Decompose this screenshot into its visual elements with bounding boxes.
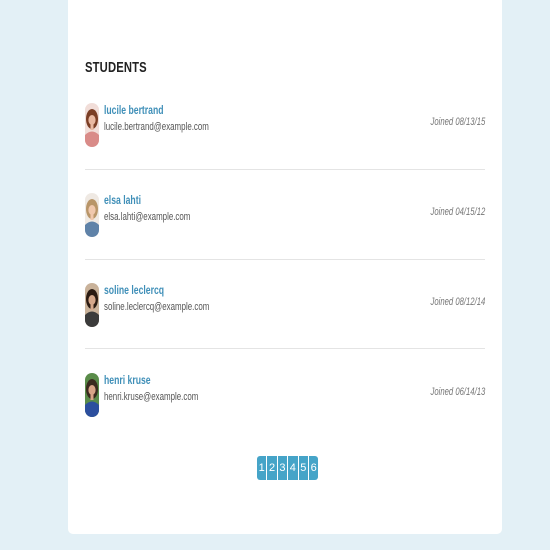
page-button-4[interactable]: 4 [288, 456, 299, 480]
student-joined-date: Joined 06/14/13 [430, 386, 485, 398]
page-title: STUDENTS [85, 59, 147, 76]
student-name-link[interactable]: elsa lahti [104, 193, 141, 207]
student-name-link[interactable]: soline leclercq [104, 283, 164, 297]
avatar[interactable] [85, 283, 99, 327]
student-row[interactable]: henri kruse henri.kruse@example.com Joined… [85, 373, 485, 423]
pagination: 123456 [257, 456, 319, 480]
avatar[interactable] [85, 193, 99, 237]
avatar[interactable] [85, 373, 99, 417]
student-row[interactable]: elsa lahti elsa.lahti@example.com Joined 0… [85, 193, 485, 243]
student-email: soline.leclercq@example.com [104, 301, 210, 313]
page-button-5[interactable]: 5 [298, 456, 309, 480]
page-button-1[interactable]: 1 [257, 456, 268, 480]
page-button-6[interactable]: 6 [308, 456, 319, 480]
page-button-2[interactable]: 2 [267, 456, 278, 480]
row-divider [85, 348, 485, 349]
student-joined-date: Joined 04/15/12 [430, 206, 485, 218]
student-row[interactable]: soline leclercq soline.leclercq@example.c… [85, 283, 485, 333]
avatar[interactable] [85, 103, 99, 147]
page-button-3[interactable]: 3 [277, 456, 289, 480]
student-email: lucile.bertrand@example.com [104, 121, 209, 133]
students-card [68, 0, 502, 534]
student-name-link[interactable]: lucile bertrand [104, 103, 164, 117]
row-divider [85, 259, 485, 260]
student-name-link[interactable]: henri kruse [104, 373, 151, 387]
student-joined-date: Joined 08/13/15 [430, 116, 485, 128]
student-email: henri.kruse@example.com [104, 391, 199, 403]
row-divider [85, 169, 485, 170]
student-joined-date: Joined 08/12/14 [430, 296, 485, 308]
student-email: elsa.lahti@example.com [104, 211, 191, 223]
student-row[interactable]: lucile bertrand lucile.bertrand@example.c… [85, 103, 485, 153]
